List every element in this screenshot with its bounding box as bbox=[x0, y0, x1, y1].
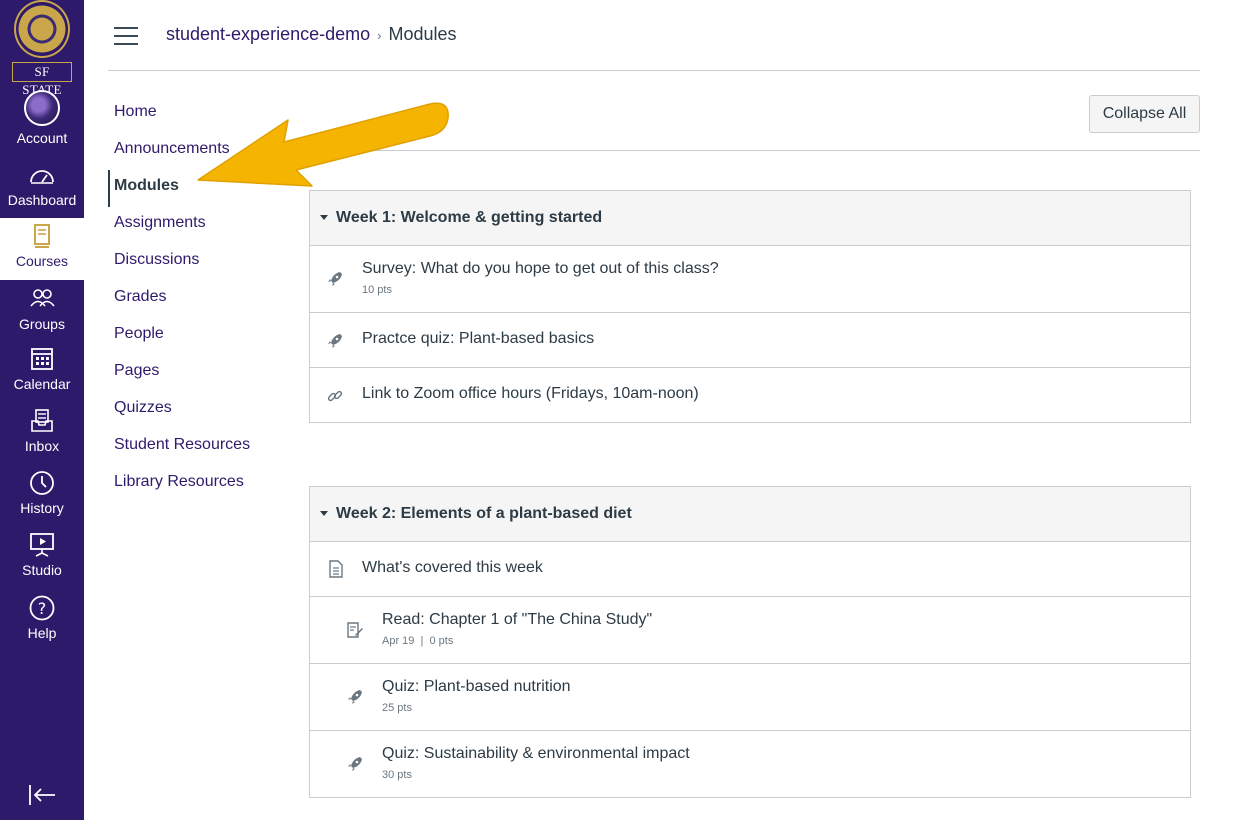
module-item[interactable]: What's covered this week bbox=[310, 542, 1190, 597]
quiz-rocket-icon bbox=[328, 272, 342, 286]
global-nav: SF STATE Account Dashboard Courses Group… bbox=[0, 0, 84, 820]
nav-help[interactable]: ? Help bbox=[0, 595, 84, 645]
module-item-title[interactable]: What's covered this week bbox=[362, 559, 543, 577]
breadcrumb-current: Modules bbox=[388, 24, 457, 44]
module-item[interactable]: Practce quiz: Plant-based basics bbox=[310, 313, 1190, 368]
logo-text: SF STATE bbox=[12, 62, 72, 97]
module-title: Week 2: Elements of a plant-based diet bbox=[336, 505, 632, 522]
courses-icon bbox=[34, 224, 50, 248]
annotation-arrow-icon bbox=[197, 102, 449, 187]
module-item-meta: Apr 19 | 0 pts bbox=[382, 635, 454, 647]
nav-studio[interactable]: Studio bbox=[0, 532, 84, 582]
module-item-title[interactable]: Practce quiz: Plant-based basics bbox=[362, 330, 594, 348]
module-item-meta: 30 pts bbox=[382, 769, 412, 781]
course-nav-people[interactable]: People bbox=[108, 318, 288, 355]
module-item[interactable]: Quiz: Sustainability & environmental imp… bbox=[310, 731, 1190, 797]
module-item-title[interactable]: Survey: What do you hope to get out of t… bbox=[362, 260, 719, 278]
nav-courses-label: Courses bbox=[15, 253, 69, 269]
nav-history-label: History bbox=[20, 500, 64, 516]
breadcrumb-separator: › bbox=[377, 28, 382, 43]
calendar-icon bbox=[31, 348, 53, 370]
nav-account[interactable]: Account bbox=[0, 90, 84, 150]
svg-text:?: ? bbox=[38, 599, 47, 618]
help-icon: ? bbox=[29, 595, 55, 621]
assignment-icon bbox=[347, 622, 363, 638]
breadcrumb-course-link[interactable]: student-experience-demo bbox=[166, 24, 370, 44]
course-nav-discussions[interactable]: Discussions bbox=[108, 244, 288, 281]
collapse-nav-icon[interactable] bbox=[27, 782, 57, 808]
nav-dashboard-label: Dashboard bbox=[7, 192, 77, 208]
header-divider bbox=[108, 70, 1200, 71]
history-icon bbox=[30, 471, 54, 495]
avatar-icon bbox=[24, 90, 60, 126]
module-item[interactable]: Link to Zoom office hours (Fridays, 10am… bbox=[310, 368, 1190, 422]
module-item-meta: 10 pts bbox=[362, 284, 392, 296]
nav-account-label: Account bbox=[16, 130, 68, 146]
nav-courses[interactable]: Courses bbox=[0, 218, 84, 280]
collapse-all-button[interactable]: Collapse All bbox=[1089, 95, 1200, 133]
course-nav-pages[interactable]: Pages bbox=[108, 355, 288, 392]
nav-history[interactable]: History bbox=[0, 470, 84, 520]
module-item-meta: 25 pts bbox=[382, 702, 412, 714]
course-nav-library-resources[interactable]: Library Resources bbox=[108, 466, 288, 503]
nav-studio-label: Studio bbox=[22, 562, 62, 578]
module-week-2: Week 2: Elements of a plant-based diet W… bbox=[309, 486, 1191, 798]
link-icon bbox=[327, 390, 343, 402]
module-item[interactable]: Read: Chapter 1 of "The China Study" Apr… bbox=[310, 597, 1190, 664]
course-nav-quizzes[interactable]: Quizzes bbox=[108, 392, 288, 429]
sf-state-logo[interactable]: SF STATE bbox=[12, 0, 72, 97]
module-header[interactable]: Week 2: Elements of a plant-based diet bbox=[310, 487, 1190, 542]
breadcrumb: student-experience-demo › Modules bbox=[166, 22, 457, 48]
module-item[interactable]: Survey: What do you hope to get out of t… bbox=[310, 246, 1190, 313]
nav-calendar[interactable]: Calendar bbox=[0, 346, 84, 396]
course-nav-grades[interactable]: Grades bbox=[108, 281, 288, 318]
course-nav-student-resources[interactable]: Student Resources bbox=[108, 429, 288, 466]
nav-calendar-label: Calendar bbox=[13, 376, 71, 392]
page-icon bbox=[329, 560, 343, 578]
quiz-rocket-icon bbox=[328, 334, 342, 348]
module-item-title[interactable]: Link to Zoom office hours (Fridays, 10am… bbox=[362, 385, 699, 403]
collapse-triangle-icon[interactable] bbox=[320, 511, 328, 516]
nav-help-label: Help bbox=[27, 625, 57, 641]
university-seal-icon bbox=[14, 0, 70, 58]
quiz-rocket-icon bbox=[348, 690, 362, 704]
nav-inbox[interactable]: Inbox bbox=[0, 408, 84, 458]
module-item-title[interactable]: Read: Chapter 1 of "The China Study" bbox=[382, 611, 652, 629]
nav-groups[interactable]: Groups bbox=[0, 286, 84, 336]
module-item-title[interactable]: Quiz: Plant-based nutrition bbox=[382, 678, 571, 696]
quiz-rocket-icon bbox=[348, 757, 362, 771]
groups-icon bbox=[30, 289, 55, 307]
module-item-title[interactable]: Quiz: Sustainability & environmental imp… bbox=[382, 745, 690, 763]
nav-inbox-label: Inbox bbox=[24, 438, 60, 454]
inbox-icon bbox=[31, 409, 53, 432]
nav-dashboard[interactable]: Dashboard bbox=[0, 162, 84, 212]
hamburger-menu-icon[interactable] bbox=[114, 27, 138, 45]
nav-groups-label: Groups bbox=[19, 316, 65, 332]
module-item[interactable]: Quiz: Plant-based nutrition 25 pts bbox=[310, 664, 1190, 731]
module-week-1: Week 1: Welcome & getting started Survey… bbox=[309, 190, 1191, 423]
dashboard-icon bbox=[30, 170, 54, 184]
studio-icon bbox=[30, 533, 54, 557]
